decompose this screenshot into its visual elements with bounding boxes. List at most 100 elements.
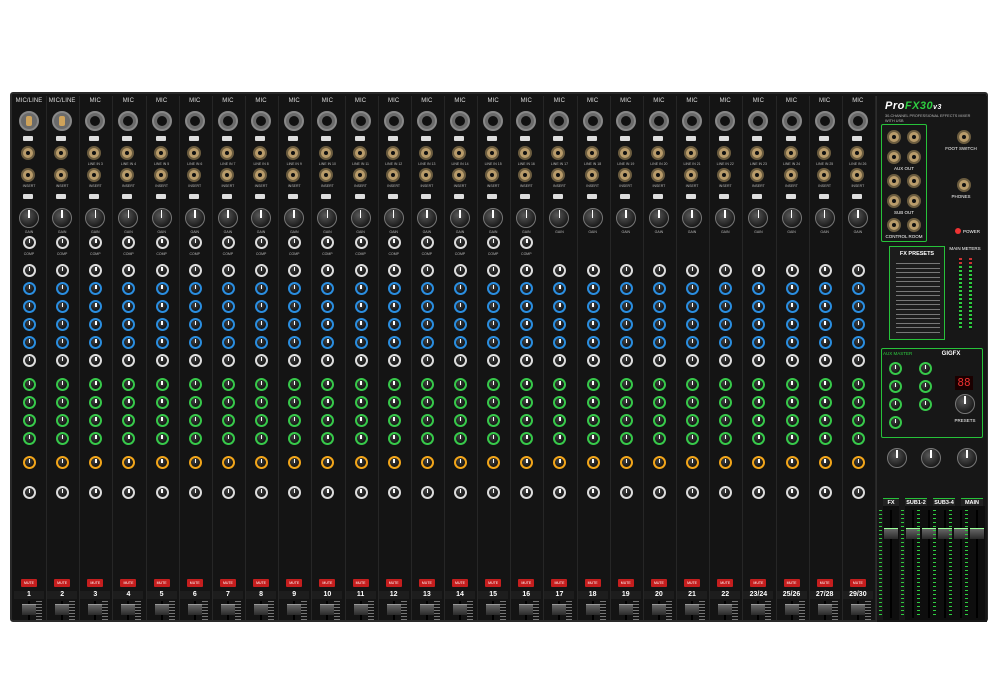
low-cut-switch[interactable] [321,194,332,199]
mute-button[interactable]: MUTE [319,579,336,587]
gain-knob[interactable] [284,208,305,228]
aux-send-knob[interactable] [818,378,832,391]
eq-knob[interactable] [619,300,633,313]
aux-send-knob[interactable] [553,432,567,445]
low-cut-switch[interactable] [188,194,199,199]
eq-knob[interactable] [387,318,401,331]
fx-send-knob[interactable] [652,456,666,469]
comp-knob[interactable] [487,236,501,249]
eq-knob[interactable] [354,354,368,367]
eq-knob[interactable] [89,354,103,367]
control-room-jack-r[interactable] [907,218,921,232]
eq-knob[interactable] [619,318,633,331]
aux-send-knob[interactable] [553,396,567,409]
aux-send-knob[interactable] [255,432,269,445]
pan-knob[interactable] [851,486,865,499]
eq-knob[interactable] [221,354,235,367]
insert-jack[interactable] [849,168,864,182]
line-switch[interactable] [89,136,100,141]
aux-send-knob[interactable] [122,414,136,427]
eq-knob[interactable] [752,282,766,295]
eq-knob[interactable] [851,318,865,331]
eq-knob[interactable] [520,282,534,295]
line-input-jack[interactable] [418,146,433,160]
aux-send-knob[interactable] [454,432,467,445]
eq-knob[interactable] [288,264,302,277]
channel-fader[interactable] [287,604,302,615]
channel-fader[interactable] [55,604,70,615]
pan-knob[interactable] [553,486,567,499]
eq-knob[interactable] [487,264,501,277]
aux-send-knob[interactable] [420,396,434,409]
line-switch[interactable] [520,136,531,141]
low-cut-switch[interactable] [255,194,266,199]
eq-knob[interactable] [785,354,799,367]
channel-fader[interactable] [552,604,567,615]
insert-jack[interactable] [87,168,102,182]
eq-knob[interactable] [122,282,136,295]
channel-fader[interactable] [88,604,103,615]
phones-level-knob[interactable] [887,448,907,468]
line-switch[interactable] [221,136,232,141]
insert-jack[interactable] [219,168,234,182]
channel-fader[interactable] [121,604,136,615]
channel-fader[interactable] [154,604,169,615]
mute-button[interactable]: MUTE [485,579,502,587]
xlr-input[interactable] [416,111,437,131]
insert-jack[interactable] [120,168,135,182]
line-input-jack[interactable] [783,146,798,160]
aux-send-knob[interactable] [719,378,733,391]
eq-knob[interactable] [520,300,534,313]
eq-knob[interactable] [586,282,600,295]
low-cut-switch[interactable] [553,194,564,199]
eq-knob[interactable] [221,336,235,349]
aux-master-knob-2[interactable] [889,380,902,393]
eq-knob[interactable] [255,336,269,349]
line-input-jack[interactable] [352,146,367,160]
eq-knob[interactable] [122,336,136,349]
eq-knob[interactable] [387,336,401,349]
eq-knob[interactable] [553,300,567,313]
gain-knob[interactable] [52,208,73,228]
phones-jack[interactable] [957,178,971,192]
aux-send-knob[interactable] [520,432,534,445]
eq-knob[interactable] [221,318,235,331]
line-switch[interactable] [785,136,796,141]
eq-knob[interactable] [785,300,799,313]
fx-send-knob[interactable] [23,456,36,469]
eq-knob[interactable] [520,264,534,277]
channel-fader[interactable] [585,604,600,615]
control-room-jack-l[interactable] [887,218,901,232]
pan-knob[interactable] [321,486,335,499]
channel-fader[interactable] [718,604,733,615]
xlr-input[interactable] [251,111,272,131]
eq-knob[interactable] [785,264,799,277]
aux-send-knob[interactable] [487,378,501,391]
fx-send-knob[interactable] [89,456,103,469]
eq-knob[interactable] [686,300,700,313]
eq-knob[interactable] [818,264,832,277]
channel-fader[interactable] [685,604,700,615]
aux-send-knob[interactable] [23,432,36,445]
xlr-input[interactable] [814,111,835,131]
xlr-input[interactable] [184,111,205,131]
aux-send-knob[interactable] [188,414,202,427]
aux-send-knob[interactable] [586,396,600,409]
line-input-jack[interactable] [54,146,69,160]
line-switch[interactable] [851,136,862,141]
mute-button[interactable]: MUTE [87,579,104,587]
aux-send-knob[interactable] [719,432,733,445]
mute-button[interactable]: MUTE [816,579,833,587]
aux-send-knob[interactable] [221,432,235,445]
eq-knob[interactable] [785,282,799,295]
aux-send-knob[interactable] [387,414,401,427]
eq-knob[interactable] [487,354,501,367]
line-switch[interactable] [686,136,697,141]
channel-fader[interactable] [519,604,534,615]
aux-out-jack-4[interactable] [907,150,921,164]
mute-button[interactable]: MUTE [650,579,667,587]
eq-knob[interactable] [288,354,302,367]
aux-send-knob[interactable] [752,378,766,391]
aux-send-knob[interactable] [155,396,169,409]
eq-knob[interactable] [520,336,534,349]
